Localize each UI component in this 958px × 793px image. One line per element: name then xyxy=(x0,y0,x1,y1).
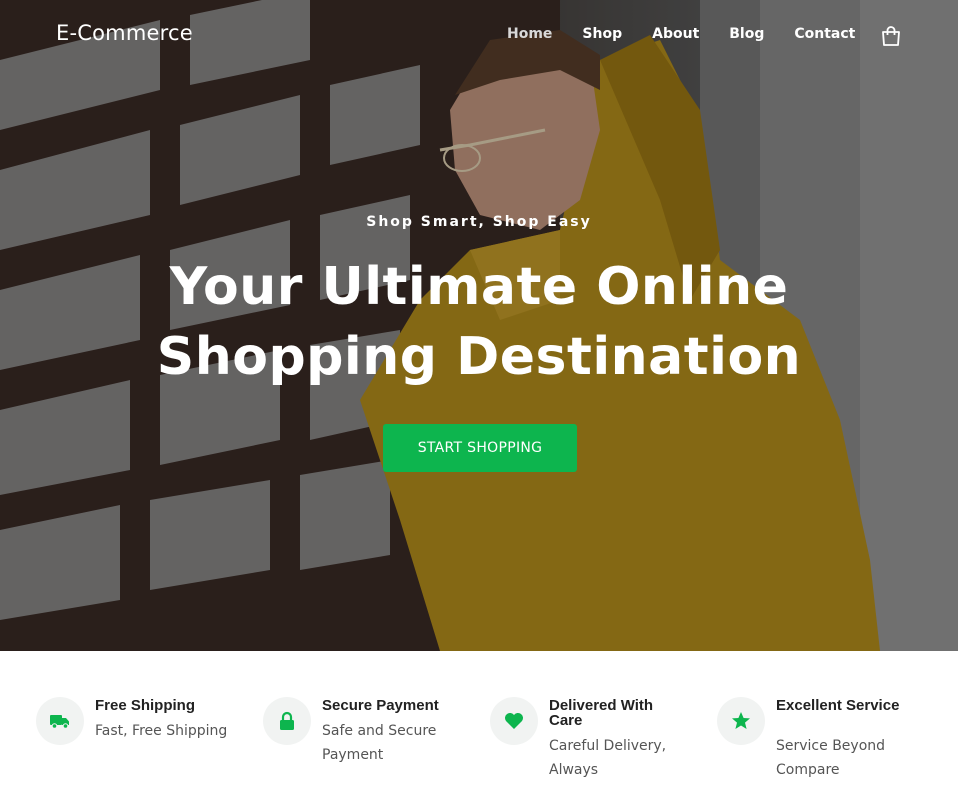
feature-description: Fast, Free Shipping xyxy=(95,723,228,739)
hero-headline: Your Ultimate Online Shopping Destinatio… xyxy=(0,252,958,392)
lock-icon xyxy=(263,697,311,745)
nav-link-about[interactable]: About xyxy=(652,26,699,42)
start-shopping-button[interactable]: START SHOPPING xyxy=(383,424,577,472)
feature-description: Careful Delivery, Always xyxy=(549,738,667,778)
feature-description: Service Beyond Compare xyxy=(776,738,886,778)
nav-link-shop[interactable]: Shop xyxy=(582,26,622,42)
brand-logo[interactable]: E-Commerce xyxy=(56,21,193,45)
feature-title: Free Shipping xyxy=(95,697,196,714)
nav-links: Home Shop About Blog Contact xyxy=(507,26,885,42)
truck-icon xyxy=(36,697,84,745)
hero-tagline: Shop Smart, Shop Easy xyxy=(366,214,592,230)
nav-link-home[interactable]: Home xyxy=(507,26,552,42)
feature-title: Excellent Service xyxy=(776,697,900,714)
feature-title: Secure Payment xyxy=(322,697,439,714)
feature-title: Delivered With Care xyxy=(549,697,654,729)
shopping-bag-icon[interactable] xyxy=(879,24,903,48)
navbar: E-Commerce Home Shop About Blog Contact xyxy=(0,0,958,70)
star-icon xyxy=(717,697,765,745)
hero-headline-line-1: Your Ultimate Online xyxy=(169,257,789,317)
nav-link-blog[interactable]: Blog xyxy=(729,26,764,42)
feature-description: Safe and Secure Payment xyxy=(322,723,437,763)
hero-headline-line-2: Shopping Destination xyxy=(156,327,802,387)
nav-link-contact[interactable]: Contact xyxy=(794,26,855,42)
hero-section: E-Commerce Home Shop About Blog Contact … xyxy=(0,0,958,651)
features-section: Free Shipping Fast, Free Shipping Secure… xyxy=(0,651,958,793)
heart-icon xyxy=(490,697,538,745)
